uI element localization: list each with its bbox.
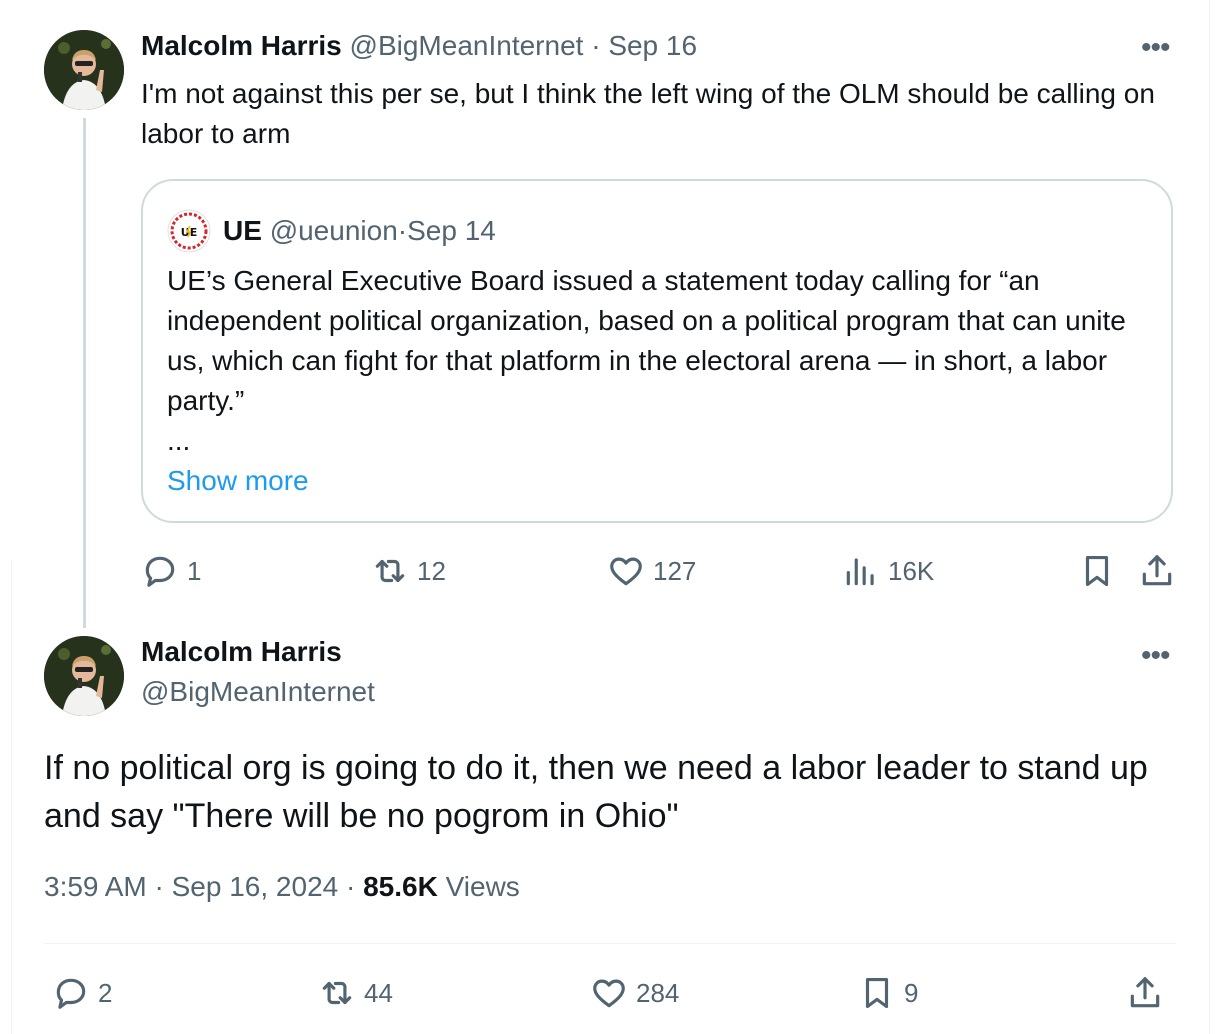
views-label: Views <box>445 871 520 902</box>
share-button[interactable] <box>1126 974 1164 1012</box>
tweet1-header: Malcolm Harris @BigMeanInternet · Sep 16 <box>141 30 697 62</box>
more-icon[interactable]: ••• <box>1141 641 1170 671</box>
author-handle[interactable]: @BigMeanInternet <box>141 676 375 708</box>
quote-author-name[interactable]: UE <box>223 215 262 247</box>
divider <box>44 943 1176 944</box>
show-more-link[interactable]: Show more <box>167 461 309 501</box>
bookmark-icon <box>865 977 889 1009</box>
views-icon <box>846 558 874 586</box>
reply-count: 2 <box>98 977 113 1008</box>
quote-text: UE’s General Executive Board issued a st… <box>167 265 1126 416</box>
like-count: 127 <box>653 555 697 586</box>
quote-ellipsis: ... <box>167 425 191 456</box>
avatar-photo <box>44 636 124 716</box>
more-icon[interactable]: ••• <box>1141 33 1170 63</box>
thread-connector <box>83 118 86 628</box>
tweet-text: If no political org is going to do it, t… <box>44 749 1148 835</box>
tweet-text: I'm not against this per se, but I think… <box>141 78 1155 149</box>
share-icon <box>1130 977 1160 1008</box>
author-name[interactable]: Malcolm Harris <box>141 30 342 61</box>
tweet-date[interactable]: Sep 16, 2024 <box>172 871 339 902</box>
reply-icon <box>145 556 175 587</box>
views-button[interactable]: 16K <box>842 552 934 590</box>
bookmark-count: 9 <box>904 977 919 1008</box>
tweet-meta: 3:59 AM · Sep 16, 2024 · 85.6K Views <box>44 871 520 903</box>
avatar[interactable] <box>44 30 124 110</box>
author-name[interactable]: Malcolm Harris <box>141 636 342 668</box>
share-icon <box>1142 555 1172 586</box>
repost-count: 44 <box>364 977 393 1008</box>
like-button[interactable]: 284 <box>590 974 679 1012</box>
reply-button[interactable]: 2 <box>52 974 112 1012</box>
like-icon <box>610 557 642 586</box>
tweet-date[interactable]: Sep 16 <box>608 30 697 61</box>
avatar-photo <box>44 30 124 110</box>
views-total: 85.6K <box>363 871 438 902</box>
repost-button[interactable]: 44 <box>318 974 393 1012</box>
quoted-tweet[interactable]: UE UE @ueunion · Sep 14 UE’s General Exe… <box>141 179 1173 523</box>
separator: · <box>583 30 609 61</box>
tweet-time[interactable]: 3:59 AM <box>44 871 147 902</box>
quote-date[interactable]: Sep 14 <box>407 215 496 247</box>
bookmark-icon <box>1085 555 1109 587</box>
reply-count: 1 <box>187 555 202 586</box>
ue-logo-icon[interactable]: UE <box>167 209 211 253</box>
bookmark-button[interactable]: 9 <box>858 974 918 1012</box>
reply-icon <box>56 978 86 1009</box>
author-handle[interactable]: @BigMeanInternet <box>350 30 584 61</box>
repost-icon <box>322 981 352 1005</box>
repost-icon <box>375 559 405 583</box>
quote-header: UE UE @ueunion · Sep 14 <box>167 209 496 253</box>
repost-button[interactable]: 12 <box>371 552 446 590</box>
separator: · <box>338 871 364 902</box>
views-count: 16K <box>888 555 935 586</box>
quote-author-handle[interactable]: @ueunion <box>270 215 398 247</box>
frame-border-right <box>1209 0 1210 1034</box>
like-icon <box>593 979 625 1008</box>
frame-border-left <box>11 560 12 1034</box>
like-button[interactable]: 127 <box>607 552 696 590</box>
repost-count: 12 <box>417 555 446 586</box>
bookmark-button[interactable] <box>1078 552 1116 590</box>
avatar[interactable] <box>44 636 124 716</box>
separator: · <box>397 215 408 246</box>
like-count: 284 <box>636 977 680 1008</box>
share-button[interactable] <box>1138 552 1176 590</box>
separator: · <box>146 871 172 902</box>
reply-button[interactable]: 1 <box>141 552 201 590</box>
